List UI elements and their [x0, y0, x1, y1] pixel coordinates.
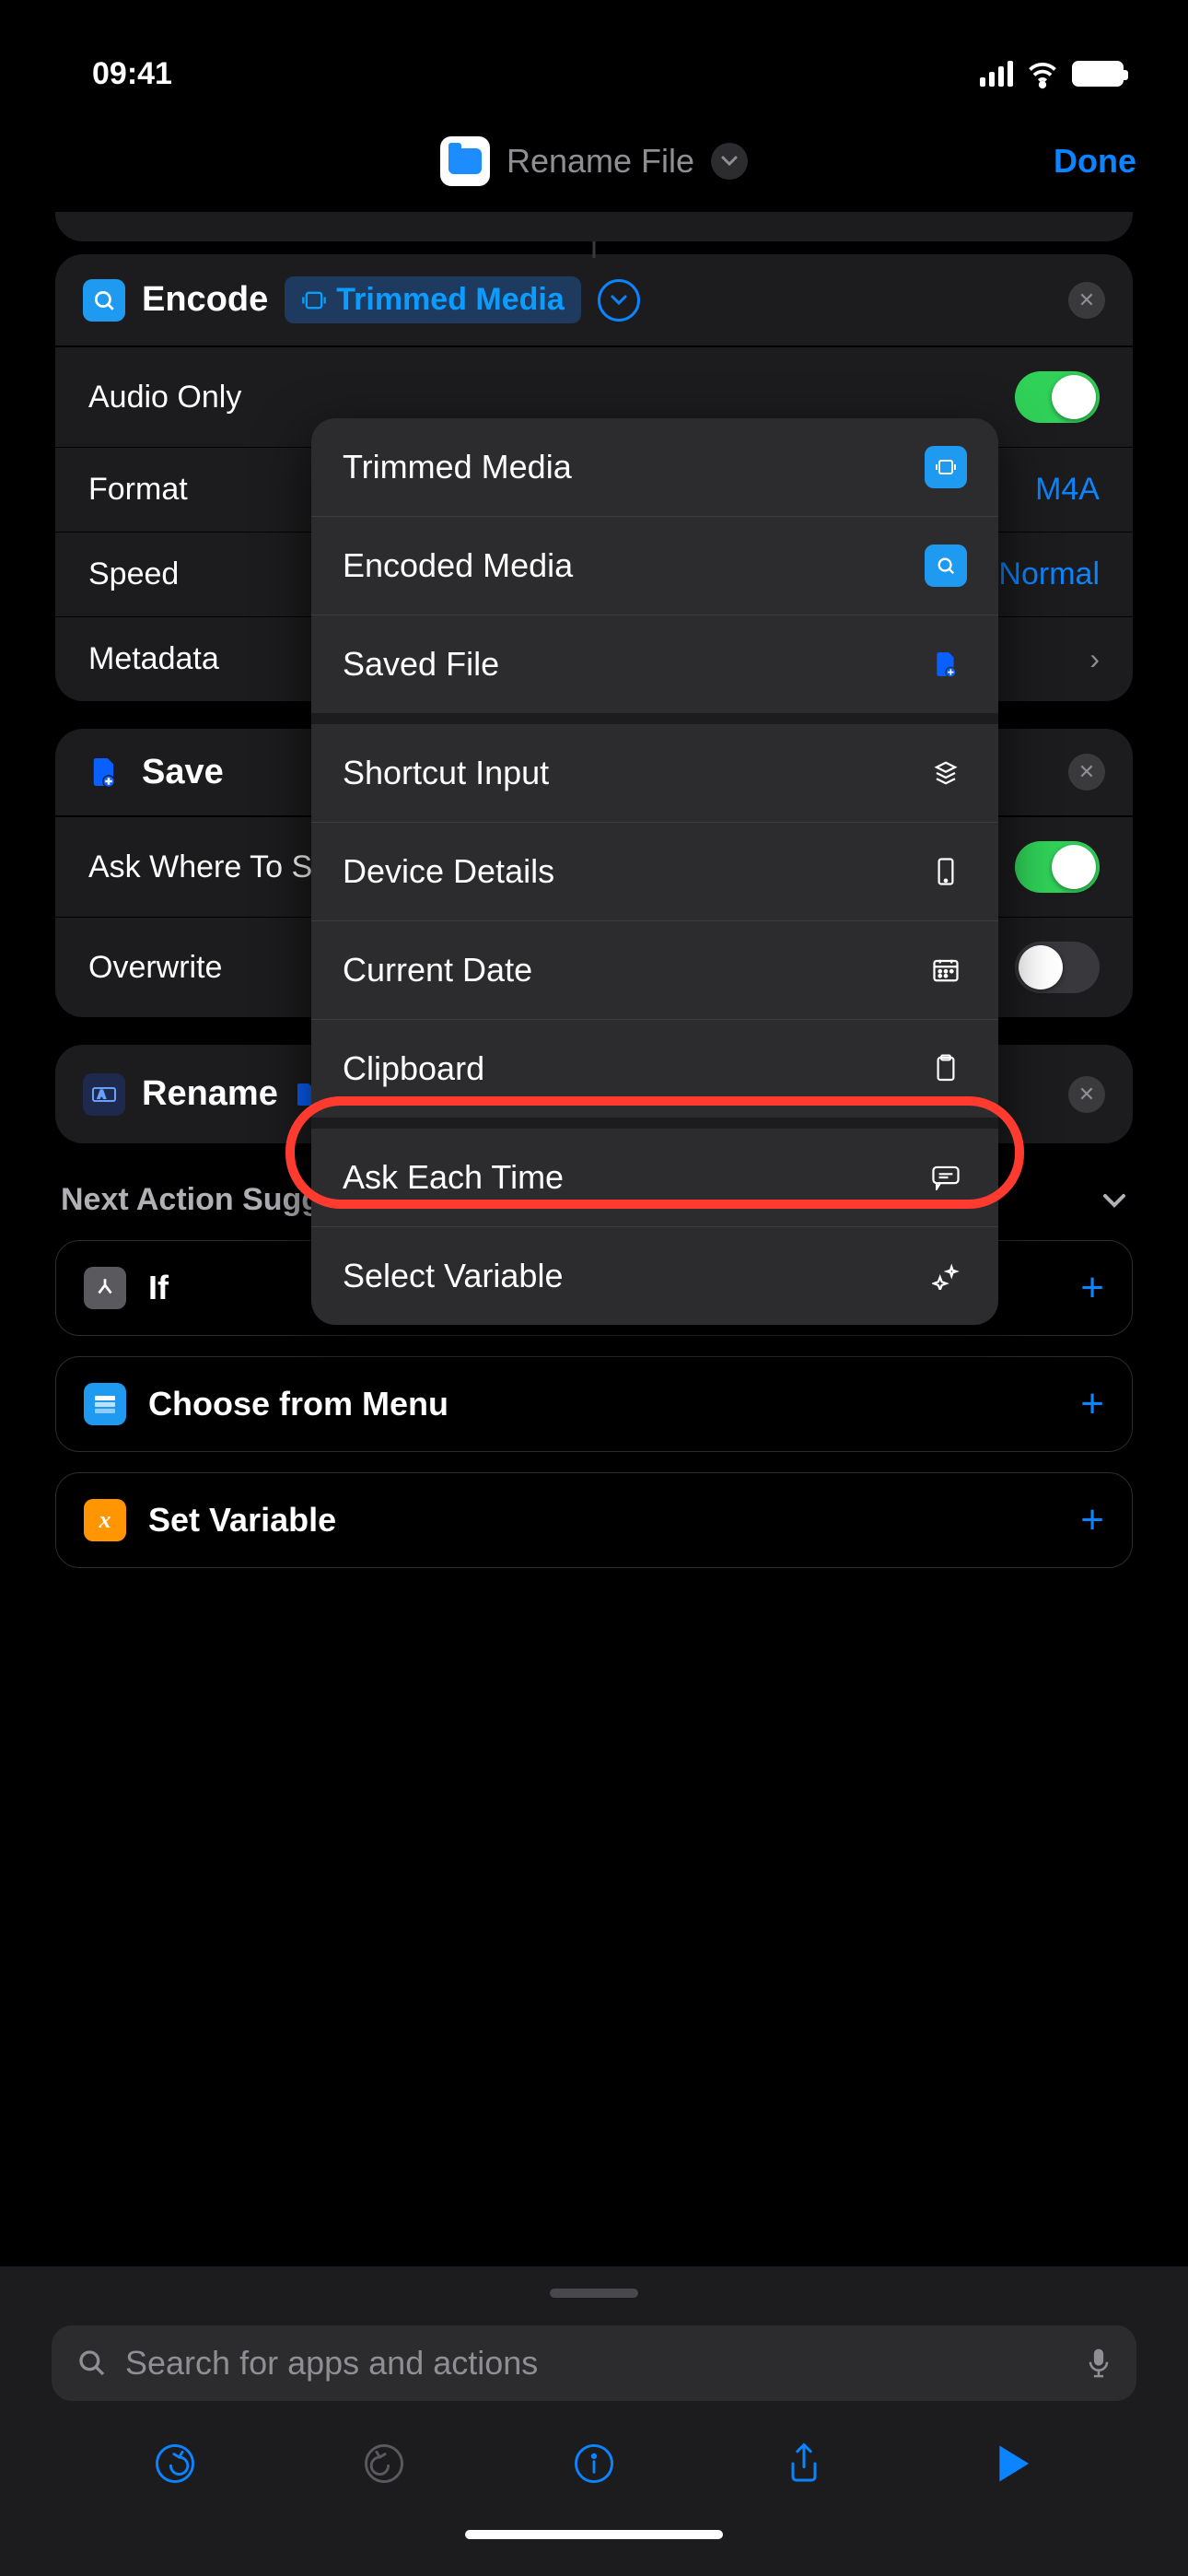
- editor-toolbar: [52, 2401, 1136, 2508]
- battery-icon: [1072, 61, 1124, 87]
- suggestion-label: Choose from Menu: [148, 1385, 448, 1423]
- if-icon: [84, 1267, 126, 1309]
- add-icon[interactable]: +: [1080, 1381, 1104, 1427]
- trim-icon: [925, 446, 967, 488]
- status-bar: 09:41: [0, 0, 1188, 111]
- sparkle-icon: [925, 1255, 967, 1297]
- chevron-down-icon: [711, 143, 748, 180]
- calendar-icon: [925, 949, 967, 991]
- clipboard-icon: [925, 1048, 967, 1090]
- popup-item-current-date[interactable]: Current Date: [311, 921, 998, 1019]
- suggestion-set-variable[interactable]: x Set Variable +: [55, 1472, 1133, 1568]
- popup-item-device-details[interactable]: Device Details: [311, 823, 998, 920]
- delete-action-button[interactable]: ✕: [1068, 754, 1105, 790]
- clock: 09:41: [92, 56, 172, 92]
- chevron-right-icon: ›: [1089, 642, 1100, 676]
- delete-action-button[interactable]: ✕: [1068, 282, 1105, 319]
- redo-button: [358, 2438, 410, 2489]
- rename-icon: A: [83, 1073, 125, 1116]
- page-title: Rename File: [507, 142, 694, 181]
- format-value: M4A: [1035, 472, 1100, 508]
- grabber[interactable]: [550, 2289, 638, 2298]
- delete-action-button[interactable]: ✕: [1068, 1076, 1105, 1113]
- chevron-down-icon: [1101, 1192, 1127, 1209]
- share-button[interactable]: [778, 2438, 830, 2489]
- menu-icon: [84, 1383, 126, 1425]
- save-title: Save: [142, 753, 224, 792]
- encode-icon: [925, 544, 967, 587]
- save-file-icon: [83, 751, 125, 793]
- search-icon: [77, 2348, 107, 2378]
- audio-only-toggle[interactable]: [1015, 371, 1100, 423]
- overwrite-toggle[interactable]: [1015, 942, 1100, 993]
- status-icons: [980, 57, 1124, 90]
- ask-where-toggle[interactable]: [1015, 841, 1100, 893]
- done-button[interactable]: Done: [1054, 142, 1136, 181]
- layers-icon: [925, 752, 967, 794]
- run-button[interactable]: [987, 2438, 1039, 2489]
- file-icon: [925, 643, 967, 685]
- suggestion-choose-menu[interactable]: Choose from Menu +: [55, 1356, 1133, 1452]
- popup-item-clipboard[interactable]: Clipboard: [311, 1020, 998, 1118]
- bottom-sheet: Search for apps and actions: [0, 2266, 1188, 2576]
- popup-item-encoded-media[interactable]: Encoded Media: [311, 517, 998, 615]
- mic-icon[interactable]: [1087, 2347, 1111, 2380]
- disclosure-chevron-icon[interactable]: [598, 279, 640, 322]
- encode-title: Encode: [142, 280, 268, 320]
- popup-item-trimmed-media[interactable]: Trimmed Media: [311, 418, 998, 516]
- variable-picker-popup: Trimmed Media Encoded Media Saved File S…: [311, 418, 998, 1325]
- popup-item-saved-file[interactable]: Saved File: [311, 615, 998, 713]
- suggestion-label: Set Variable: [148, 1501, 336, 1540]
- navigation-bar: Rename File Done: [0, 111, 1188, 212]
- popup-item-shortcut-input[interactable]: Shortcut Input: [311, 724, 998, 822]
- popup-item-ask-each-time[interactable]: Ask Each Time: [311, 1129, 998, 1226]
- search-placeholder: Search for apps and actions: [125, 2344, 538, 2383]
- info-button[interactable]: [568, 2438, 620, 2489]
- trimmed-media-variable[interactable]: Trimmed Media: [285, 276, 581, 323]
- undo-button[interactable]: [149, 2438, 201, 2489]
- encode-icon: [83, 279, 125, 322]
- rename-title: Rename: [142, 1074, 278, 1114]
- encode-header[interactable]: Encode Trimmed Media ✕: [55, 254, 1133, 346]
- add-icon[interactable]: +: [1080, 1265, 1104, 1311]
- files-app-icon: [440, 136, 490, 186]
- svg-text:A: A: [98, 1088, 106, 1101]
- shortcut-title-button[interactable]: Rename File: [440, 136, 748, 186]
- search-field[interactable]: Search for apps and actions: [52, 2325, 1136, 2401]
- previous-action-stub: [55, 212, 1133, 241]
- cell-signal-icon: [980, 61, 1013, 87]
- speech-bubble-icon: [925, 1156, 967, 1199]
- speed-value: Normal: [998, 556, 1100, 592]
- variable-icon: x: [84, 1499, 126, 1541]
- wifi-icon: [1026, 57, 1059, 90]
- add-icon[interactable]: +: [1080, 1497, 1104, 1543]
- home-indicator[interactable]: [465, 2530, 723, 2539]
- popup-item-select-variable[interactable]: Select Variable: [311, 1227, 998, 1325]
- phone-icon: [925, 850, 967, 893]
- suggestion-label: If: [148, 1269, 169, 1307]
